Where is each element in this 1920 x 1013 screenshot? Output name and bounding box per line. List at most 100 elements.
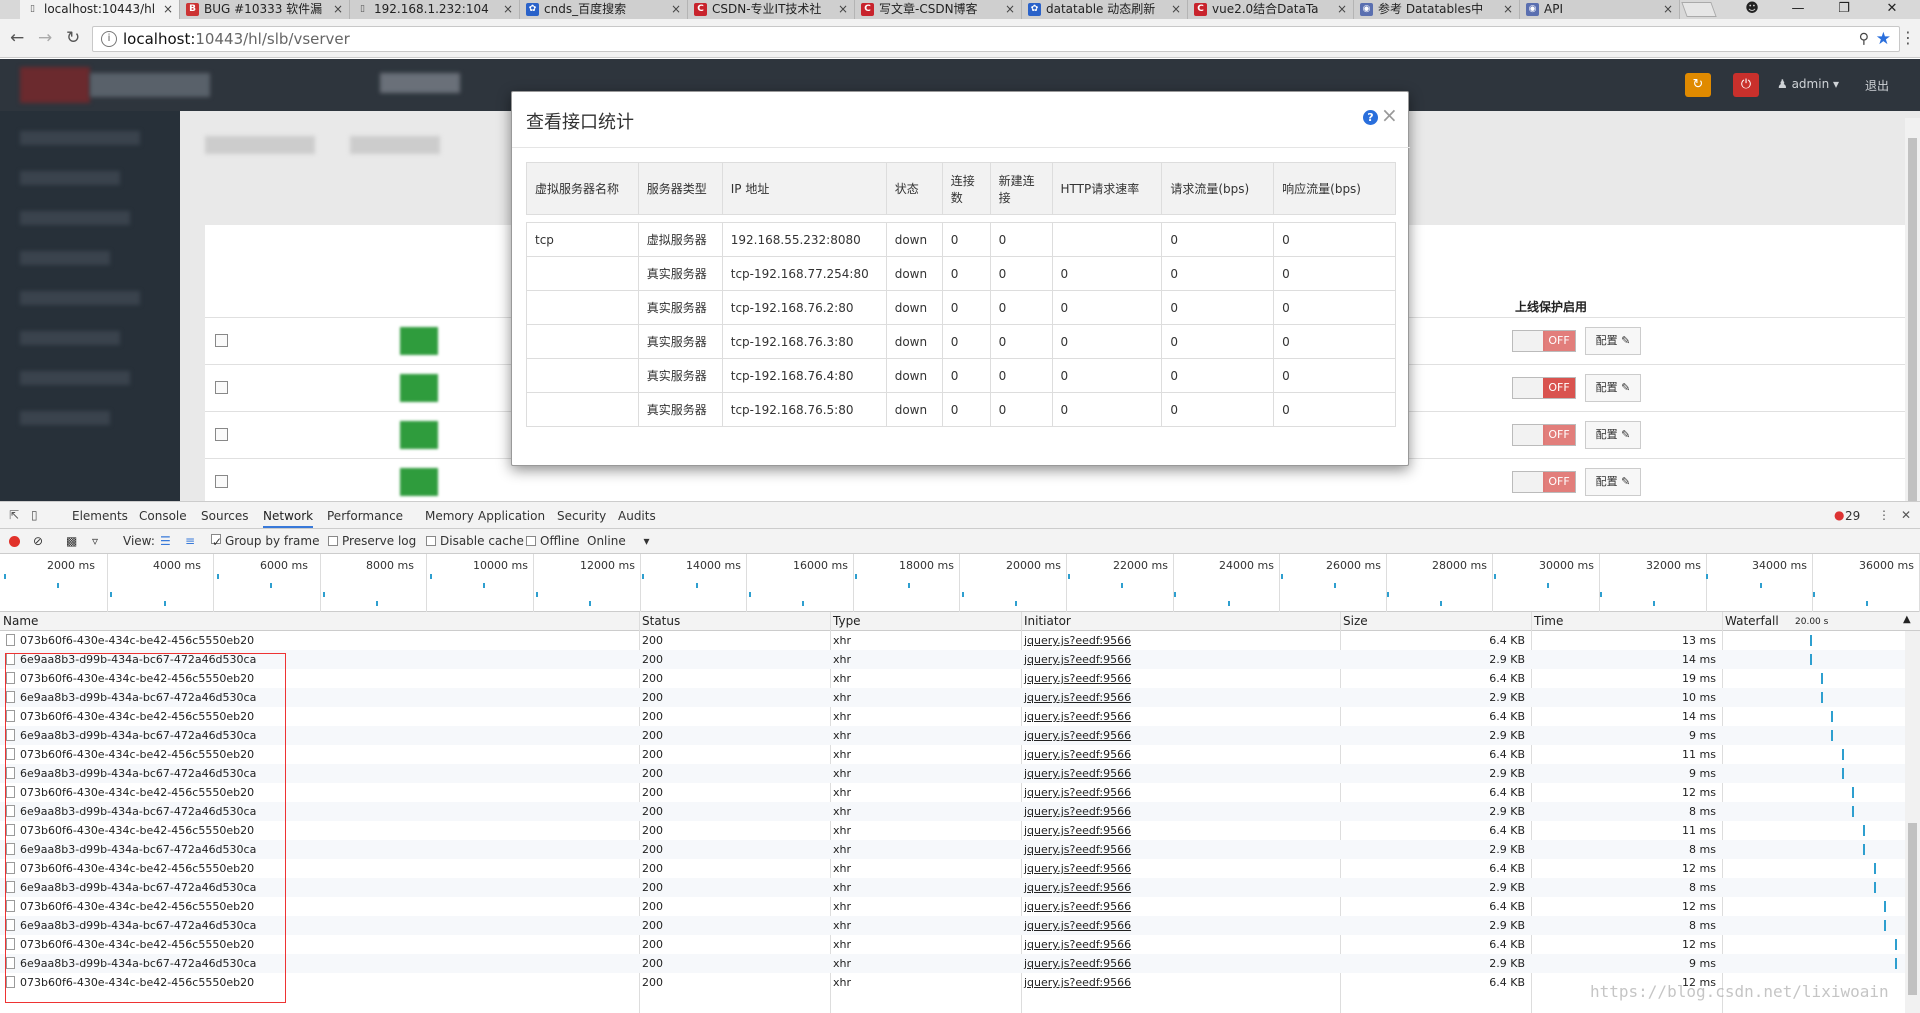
tab-close-icon[interactable]: ×: [838, 0, 848, 18]
request-initiator[interactable]: jquery.js?eedf:9566: [1024, 900, 1131, 913]
throttle-select[interactable]: Online ▾: [587, 534, 650, 548]
network-request-row[interactable]: 073b60f6-430e-434c-be42-456c5550eb20 200 x…: [0, 935, 1905, 954]
browser-tab[interactable]: ▯ localhost:10443/hl ×: [20, 0, 180, 19]
network-request-row[interactable]: 6e9aa8b3-d99b-434a-bc67-472a46d530ca 200 x…: [0, 878, 1905, 897]
tab-close-icon[interactable]: ×: [333, 0, 343, 18]
request-initiator[interactable]: jquery.js?eedf:9566: [1024, 710, 1131, 723]
tab-close-icon[interactable]: ×: [163, 0, 173, 18]
bookmark-star-icon[interactable]: ★: [1876, 29, 1891, 49]
profile-icon[interactable]: ☻: [1730, 0, 1774, 19]
refresh-button[interactable]: ↻: [1685, 73, 1711, 97]
browser-tab[interactable]: ✿ cnds_百度搜索 ×: [520, 0, 688, 19]
protect-toggle[interactable]: OFF: [1512, 424, 1576, 446]
request-initiator[interactable]: jquery.js?eedf:9566: [1024, 843, 1131, 856]
browser-tab[interactable]: ◉ 参考 Datatables中 ×: [1354, 0, 1520, 19]
devtools-close-icon[interactable]: ✕: [1901, 508, 1911, 522]
clear-icon[interactable]: ⊘: [33, 534, 43, 548]
config-button[interactable]: 配置 ✎: [1585, 421, 1641, 449]
config-button[interactable]: 配置 ✎: [1585, 327, 1641, 355]
network-request-row[interactable]: 073b60f6-430e-434c-be42-456c5550eb20 200 x…: [0, 821, 1905, 840]
record-icon[interactable]: [9, 536, 20, 547]
row-checkbox[interactable]: [215, 428, 228, 441]
request-initiator[interactable]: jquery.js?eedf:9566: [1024, 976, 1131, 989]
request-initiator[interactable]: jquery.js?eedf:9566: [1024, 748, 1131, 761]
request-initiator[interactable]: jquery.js?eedf:9566: [1024, 938, 1131, 951]
network-request-row[interactable]: 073b60f6-430e-434c-be42-456c5550eb20 200 x…: [0, 631, 1905, 650]
request-initiator[interactable]: jquery.js?eedf:9566: [1024, 691, 1131, 704]
tab-close-icon[interactable]: ×: [1337, 0, 1347, 18]
browser-tab[interactable]: ✿ datatable 动态刷新 ×: [1022, 0, 1188, 19]
offline-checkbox[interactable]: Offline: [526, 534, 579, 548]
browser-tab[interactable]: Cvue2.0结合DataTa ×: [1188, 0, 1354, 19]
error-icon[interactable]: ●: [1834, 508, 1844, 522]
devtools-tab-console[interactable]: Console: [139, 509, 187, 523]
network-request-row[interactable]: 6e9aa8b3-d99b-434a-bc67-472a46d530ca 200 x…: [0, 688, 1905, 707]
tab-close-icon[interactable]: ×: [1503, 0, 1513, 18]
request-initiator[interactable]: jquery.js?eedf:9566: [1024, 672, 1131, 685]
filter-icon[interactable]: ▿: [92, 534, 98, 548]
browser-tab[interactable]: C 写文章-CSDN博客 ×: [855, 0, 1022, 19]
protect-toggle[interactable]: OFF: [1512, 330, 1576, 352]
key-icon[interactable]: ⚲: [1859, 31, 1869, 47]
network-request-row[interactable]: 6e9aa8b3-d99b-434a-bc67-472a46d530ca 200 x…: [0, 650, 1905, 669]
browser-menu-icon[interactable]: ⋮: [1900, 28, 1916, 47]
forward-icon[interactable]: →: [38, 28, 52, 48]
request-initiator[interactable]: jquery.js?eedf:9566: [1024, 634, 1131, 647]
devtools-tab-network[interactable]: Network: [263, 509, 314, 528]
disable-cache-checkbox[interactable]: Disable cache: [426, 534, 524, 548]
col-waterfall[interactable]: Waterfall: [1725, 614, 1779, 628]
col-time[interactable]: Time: [1534, 614, 1563, 628]
devtools-tab-memory[interactable]: Memory: [425, 509, 474, 523]
camera-icon[interactable]: ▩: [66, 534, 77, 548]
reload-icon[interactable]: ↻: [66, 28, 80, 48]
tab-close-icon[interactable]: ×: [1663, 0, 1673, 18]
browser-tab[interactable]: ▯ 192.168.1.232:104 ×: [350, 0, 520, 19]
protect-toggle[interactable]: OFF: [1512, 377, 1576, 399]
request-initiator[interactable]: jquery.js?eedf:9566: [1024, 957, 1131, 970]
request-initiator[interactable]: jquery.js?eedf:9566: [1024, 919, 1131, 932]
col-size[interactable]: Size: [1343, 614, 1368, 628]
network-scrollbar[interactable]: [1905, 631, 1920, 1013]
tab-close-icon[interactable]: ×: [503, 0, 513, 18]
devtools-tab-application[interactable]: Application: [478, 509, 545, 523]
request-initiator[interactable]: jquery.js?eedf:9566: [1024, 729, 1131, 742]
user-menu[interactable]: ♟ admin ▾: [1777, 77, 1839, 91]
config-button[interactable]: 配置 ✎: [1585, 374, 1641, 402]
list-view-icon[interactable]: ☰: [160, 534, 171, 548]
network-request-row[interactable]: 073b60f6-430e-434c-be42-456c5550eb20 200 x…: [0, 707, 1905, 726]
page-scrollbar[interactable]: [1905, 118, 1920, 501]
close-window-icon[interactable]: ✕: [1870, 0, 1914, 19]
request-initiator[interactable]: jquery.js?eedf:9566: [1024, 786, 1131, 799]
protect-toggle[interactable]: OFF: [1512, 471, 1576, 493]
error-count[interactable]: 29: [1845, 509, 1860, 523]
devtools-tab-audits[interactable]: Audits: [618, 509, 656, 523]
col-initiator[interactable]: Initiator: [1024, 614, 1071, 628]
request-initiator[interactable]: jquery.js?eedf:9566: [1024, 805, 1131, 818]
minimize-icon[interactable]: —: [1776, 0, 1820, 19]
browser-tab[interactable]: ◉ API ×: [1520, 0, 1680, 19]
col-status[interactable]: Status: [642, 614, 680, 628]
col-type[interactable]: Type: [833, 614, 861, 628]
request-initiator[interactable]: jquery.js?eedf:9566: [1024, 767, 1131, 780]
info-icon[interactable]: i: [101, 31, 117, 47]
network-request-row[interactable]: 6e9aa8b3-d99b-434a-bc67-472a46d530ca 200 x…: [0, 840, 1905, 859]
sort-icon[interactable]: ▲: [1903, 614, 1911, 625]
restore-icon[interactable]: ❐: [1822, 0, 1866, 19]
network-request-row[interactable]: 073b60f6-430e-434c-be42-456c5550eb20 200 x…: [0, 783, 1905, 802]
devtools-tab-performance[interactable]: Performance: [327, 509, 403, 523]
back-icon[interactable]: ←: [10, 28, 24, 48]
inspect-icon[interactable]: ⇱: [9, 508, 19, 522]
request-initiator[interactable]: jquery.js?eedf:9566: [1024, 824, 1131, 837]
request-initiator[interactable]: jquery.js?eedf:9566: [1024, 881, 1131, 894]
device-icon[interactable]: ▯: [31, 508, 38, 522]
request-initiator[interactable]: jquery.js?eedf:9566: [1024, 653, 1131, 666]
help-icon[interactable]: ?: [1363, 110, 1378, 125]
network-request-row[interactable]: 6e9aa8b3-d99b-434a-bc67-472a46d530ca 200 x…: [0, 954, 1905, 973]
network-request-row[interactable]: 6e9aa8b3-d99b-434a-bc67-472a46d530ca 200 x…: [0, 802, 1905, 821]
devtools-menu-icon[interactable]: ⋮: [1878, 508, 1890, 522]
network-request-row[interactable]: 073b60f6-430e-434c-be42-456c5550eb20 200 x…: [0, 897, 1905, 916]
devtools-tab-security[interactable]: Security: [557, 509, 606, 523]
network-request-row[interactable]: 073b60f6-430e-434c-be42-456c5550eb20 200 x…: [0, 669, 1905, 688]
network-request-row[interactable]: 6e9aa8b3-d99b-434a-bc67-472a46d530ca 200 x…: [0, 764, 1905, 783]
power-button[interactable]: ⏻: [1733, 73, 1759, 97]
